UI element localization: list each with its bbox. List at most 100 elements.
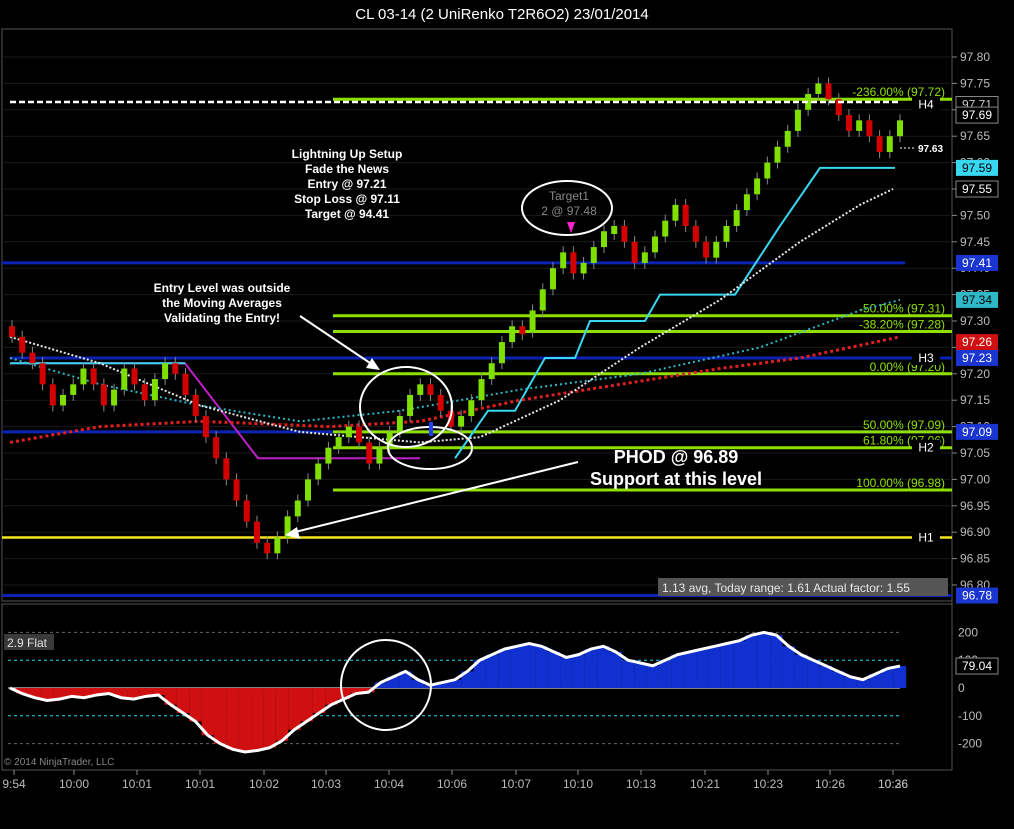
renko-bar-up bbox=[662, 220, 669, 237]
renko-bar-up bbox=[396, 416, 403, 432]
renko-bar-down bbox=[682, 204, 689, 226]
renko-bar-up bbox=[529, 310, 536, 332]
renko-bar-down bbox=[141, 384, 148, 401]
price-gridlines bbox=[2, 56, 952, 586]
x-tick-label: 10:13 bbox=[626, 777, 656, 791]
renko-bar-up bbox=[723, 225, 730, 242]
renko-bar-up bbox=[468, 400, 475, 417]
renko-bar-up bbox=[417, 384, 424, 395]
renko-bar-down bbox=[437, 394, 444, 411]
x-tick-label: 10:04 bbox=[374, 777, 404, 791]
y-tick-label: 97.80 bbox=[960, 50, 990, 64]
renko-bar-down bbox=[621, 225, 628, 242]
x-tick-label: 10:36 bbox=[878, 777, 908, 791]
y-tick-label: 97.15 bbox=[960, 393, 990, 407]
setup-line-3: Entry @ 97.21 bbox=[307, 177, 386, 191]
indicator-label: 2.9 Flat bbox=[7, 636, 48, 650]
renko-bar-up bbox=[641, 252, 648, 263]
renko-bar-down bbox=[570, 252, 577, 274]
renko-bar-up bbox=[345, 426, 352, 438]
renko-bar-up bbox=[784, 130, 791, 147]
fib-level-label: 100.00% (96.98) bbox=[856, 476, 945, 490]
phod-line-1: PHOD @ 96.89 bbox=[614, 447, 739, 467]
price-badge: 97.55 bbox=[962, 182, 992, 196]
renko-bar-up bbox=[407, 394, 414, 417]
x-tick-label: 10:01 bbox=[122, 777, 152, 791]
renko-bar-up bbox=[60, 394, 67, 406]
setup-line-1: Lightning Up Setup bbox=[292, 147, 403, 161]
renko-bar-up bbox=[121, 368, 128, 390]
small-price-label: 97.63 bbox=[918, 144, 943, 155]
y-tick-label: 97.05 bbox=[960, 446, 990, 460]
stats-bar: 1.13 avg, Today range: 1.61 Actual facto… bbox=[662, 581, 910, 595]
osc-value-badge: 79.04 bbox=[962, 659, 992, 673]
renko-bar-down bbox=[29, 352, 36, 364]
renko-bar-down bbox=[243, 500, 250, 522]
setup-annotation: Lightning Up Setup Fade the News Entry @… bbox=[292, 147, 403, 221]
renko-bar-down bbox=[202, 416, 209, 438]
renko-bar-down bbox=[131, 368, 138, 385]
x-tick-label: 10:21 bbox=[690, 777, 720, 791]
renko-bar-up bbox=[794, 109, 801, 131]
renko-bar-down bbox=[100, 384, 107, 406]
renko-bar-down bbox=[845, 115, 852, 131]
osc-tick-label: 0 bbox=[958, 681, 965, 695]
y-tick-label: 97.75 bbox=[960, 76, 990, 90]
y-tick-label: 97.00 bbox=[960, 472, 990, 486]
setup-line-5: Target @ 94.41 bbox=[305, 207, 390, 221]
fib-level-label: -50.00% (97.31) bbox=[859, 302, 945, 316]
renko-bar-down bbox=[692, 225, 699, 242]
copyright: © 2014 NinjaTrader, LLC bbox=[4, 757, 114, 768]
renko-bar-up bbox=[580, 262, 587, 274]
renko-bar-up bbox=[335, 437, 342, 448]
renko-bar-up bbox=[274, 537, 281, 554]
renko-bar-up bbox=[764, 162, 771, 179]
renko-bar-down bbox=[253, 521, 260, 543]
setup-line-4: Stop Loss @ 97.11 bbox=[294, 192, 400, 206]
renko-bar-up bbox=[560, 252, 567, 269]
renko-bar-up bbox=[478, 379, 485, 401]
pivot-label: H3 bbox=[918, 351, 934, 365]
osc-tick-label: -100 bbox=[958, 709, 982, 723]
osc-tick-label: -200 bbox=[958, 737, 982, 751]
price-badge: 97.34 bbox=[962, 293, 992, 307]
renko-bar-up bbox=[162, 363, 169, 380]
price-badge: 96.78 bbox=[962, 589, 992, 603]
renko-bar-up bbox=[305, 479, 311, 501]
renko-bar-up bbox=[652, 236, 659, 253]
renko-bar-down bbox=[223, 458, 230, 480]
renko-bar-down bbox=[39, 363, 46, 385]
renko-bar-up bbox=[601, 231, 607, 248]
renko-bar-down bbox=[631, 241, 638, 263]
renko-bar-down bbox=[172, 363, 179, 374]
renko-bar-up bbox=[713, 241, 720, 258]
renko-bar-up bbox=[672, 204, 679, 221]
pivot-label: H1 bbox=[918, 530, 934, 544]
renko-bar-down bbox=[264, 542, 271, 554]
y-tick-label: 96.95 bbox=[960, 499, 990, 513]
renko-bar-up bbox=[590, 247, 597, 263]
renko-bar-up bbox=[886, 136, 893, 153]
renko-bar-down bbox=[519, 326, 526, 335]
renko-bar-down bbox=[703, 241, 710, 258]
fib-level-label: -38.20% (97.28) bbox=[859, 318, 945, 332]
x-tick-label: 10:10 bbox=[563, 777, 593, 791]
y-tick-label: 97.45 bbox=[960, 235, 990, 249]
renko-bar-up bbox=[488, 363, 495, 380]
renko-bar-up bbox=[376, 447, 383, 464]
renko-bar-down bbox=[9, 326, 15, 337]
price-badge: 97.23 bbox=[962, 351, 992, 365]
x-tick-label: 10:02 bbox=[249, 777, 279, 791]
x-tick-label: 10:06 bbox=[437, 777, 467, 791]
x-tick-label: 10:01 bbox=[185, 777, 215, 791]
renko-bar-down bbox=[866, 120, 873, 137]
renko-bar-up bbox=[151, 379, 158, 401]
renko-bar-up bbox=[539, 289, 546, 311]
entry-line-2: the Moving Averages bbox=[162, 296, 282, 310]
renko-bar-up bbox=[815, 83, 822, 94]
chart-title: CL 03-14 (2 UniRenko T2R6O2) 23/01/2014 bbox=[355, 6, 649, 23]
price-badge: 97.41 bbox=[962, 256, 992, 270]
entry-line-1: Entry Level was outside bbox=[154, 281, 291, 295]
renko-bar-down bbox=[427, 384, 434, 395]
renko-bar-down bbox=[49, 384, 56, 406]
